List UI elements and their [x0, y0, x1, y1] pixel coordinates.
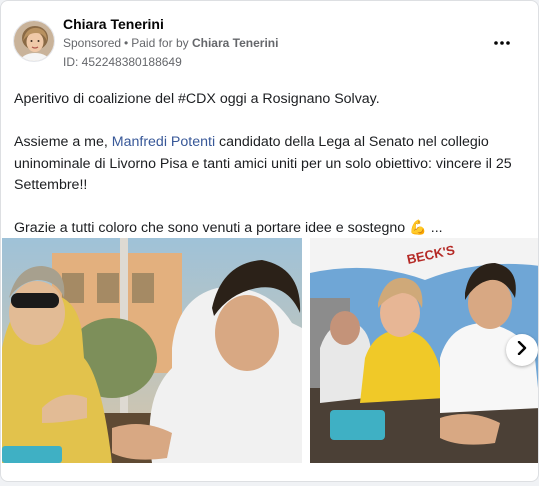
post-text-fragment: Grazie a tutti coloro che sono venuti a …: [14, 220, 406, 236]
author-name[interactable]: Chiara Tenerini: [63, 16, 164, 32]
ad-meta: Sponsored • Paid for by Chiara Tenerini: [63, 36, 278, 50]
avatar[interactable]: [13, 20, 55, 62]
photo-2[interactable]: BECK'S: [310, 238, 538, 463]
post-paragraph-3: Grazie a tutti coloro che sono venuti a …: [14, 218, 529, 240]
ad-id: ID: 452248380188649: [63, 55, 182, 69]
photo-carousel: BECK'S: [1, 238, 538, 463]
separator-dot: •: [124, 36, 129, 50]
paid-for-name[interactable]: Chiara Tenerini: [192, 36, 278, 50]
chevron-right-icon: [516, 340, 528, 360]
ad-card: Chiara Tenerini Sponsored • Paid for by Ch…: [0, 0, 539, 482]
post-header: Chiara Tenerini Sponsored • Paid for by Ch…: [13, 15, 526, 71]
more-horizontal-icon: [494, 32, 510, 50]
more-options-button[interactable]: [488, 27, 516, 55]
post-line-1: Aperitivo di coalizione del #CDX oggi a …: [14, 91, 380, 107]
paid-for-label: Paid for by: [131, 36, 189, 50]
post-text: Aperitivo di coalizione del #CDX oggi a …: [14, 89, 529, 261]
carousel-next-button[interactable]: [506, 334, 538, 366]
photo-1[interactable]: [2, 238, 302, 463]
post-text-fragment: Assieme a me,: [14, 134, 112, 150]
sponsored-label: Sponsored: [63, 36, 122, 50]
mention-link[interactable]: Manfredi Potenti: [112, 134, 215, 150]
post-paragraph-2: Assieme a me, Manfredi Potenti candidato…: [14, 132, 529, 197]
flexed-biceps-icon: 💪: [409, 220, 427, 236]
see-more-ellipsis[interactable]: ...: [427, 220, 443, 236]
